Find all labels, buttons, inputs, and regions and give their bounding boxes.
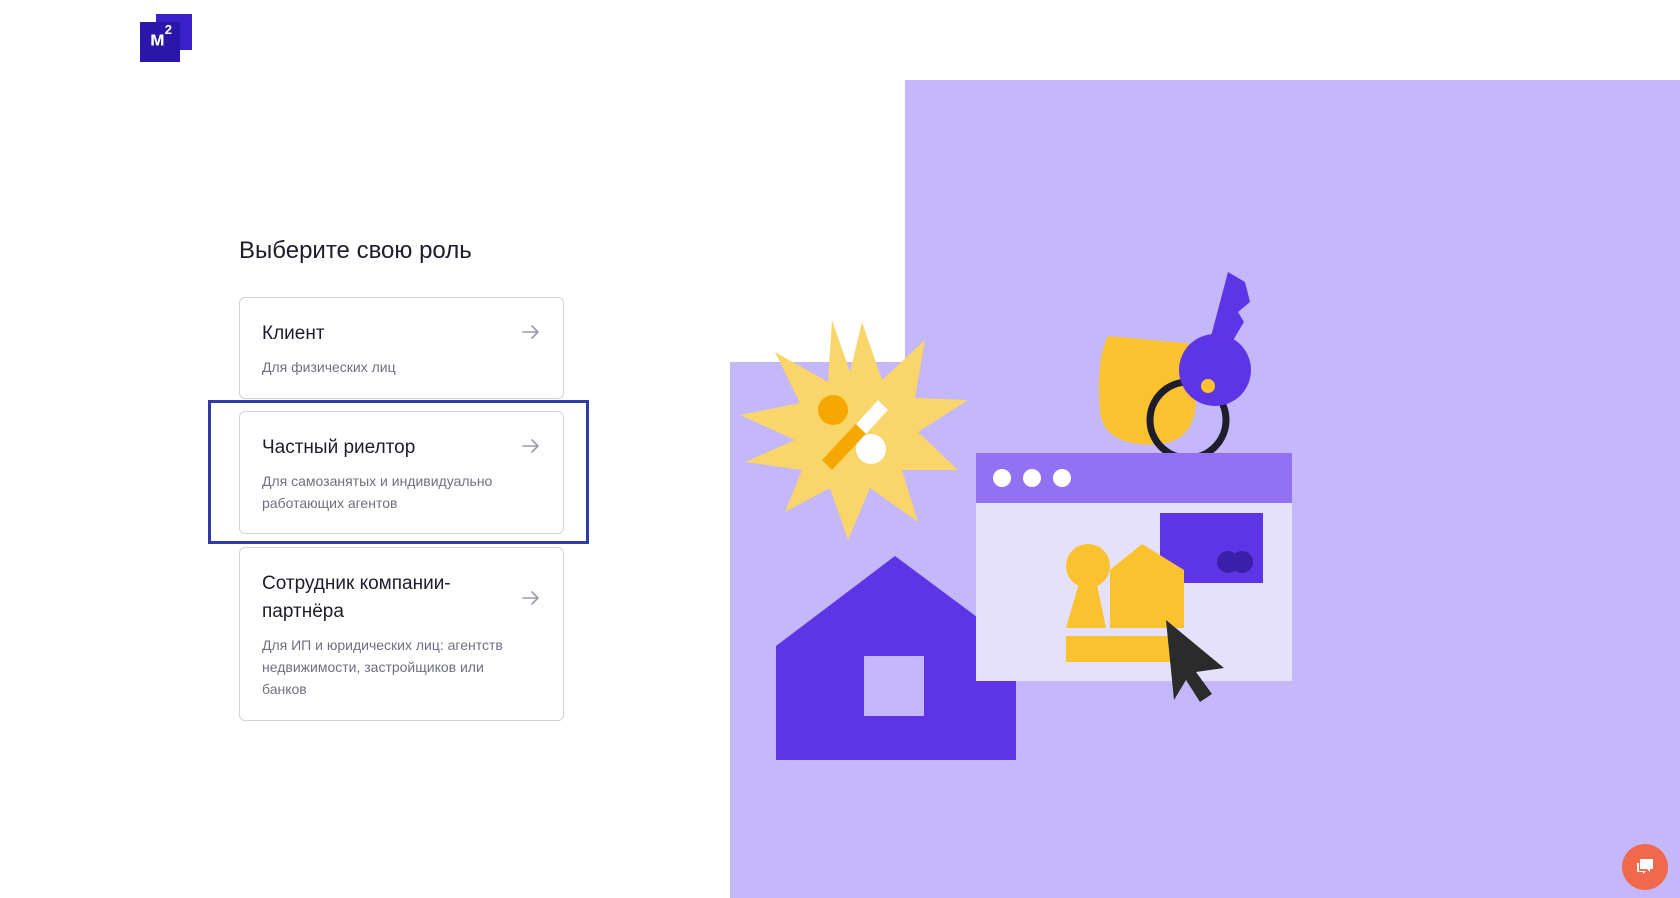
arrow-right-icon [522, 591, 539, 605]
page-title: Выберите свою роль [239, 237, 472, 264]
role-card-description: Для ИП и юридических лиц: агентств недви… [262, 637, 503, 697]
role-card-client[interactable]: Клиент Для физических лиц [239, 297, 564, 399]
chat-button[interactable] [1622, 844, 1668, 890]
illustration-bg-large [905, 80, 1680, 898]
role-card-description: Для самозанятых и индивидуально работающ… [262, 473, 493, 511]
logo[interactable]: м2 [140, 14, 194, 62]
illustration-bg-small [730, 362, 910, 898]
tag-icon [1099, 336, 1196, 445]
logo-letter: м [150, 28, 165, 51]
arrow-right-icon [522, 439, 539, 453]
role-card-title: Сотрудник компании-партнёра [262, 573, 451, 622]
role-selection-page: м2 Выберите свою роль Клиент Для физичес… [0, 0, 1680, 898]
role-card-private-realtor[interactable]: Частный риелтор Для самозанятых и индиви… [239, 411, 564, 534]
key-icon [1179, 272, 1251, 406]
key-ring-icon [1146, 378, 1230, 462]
arrow-right-icon [522, 325, 539, 339]
logo-superscript: 2 [164, 22, 173, 37]
role-card-title: Клиент [262, 323, 325, 344]
discount-sun-icon [740, 320, 968, 540]
chat-icon [1637, 859, 1653, 874]
browser-window-icon [976, 453, 1292, 702]
role-card-title: Частный риелтор [262, 437, 416, 458]
role-card-description: Для физических лиц [262, 359, 396, 375]
house-icon [776, 556, 1016, 760]
role-card-partner-employee[interactable]: Сотрудник компании-партнёра Для ИП и юри… [239, 547, 564, 721]
